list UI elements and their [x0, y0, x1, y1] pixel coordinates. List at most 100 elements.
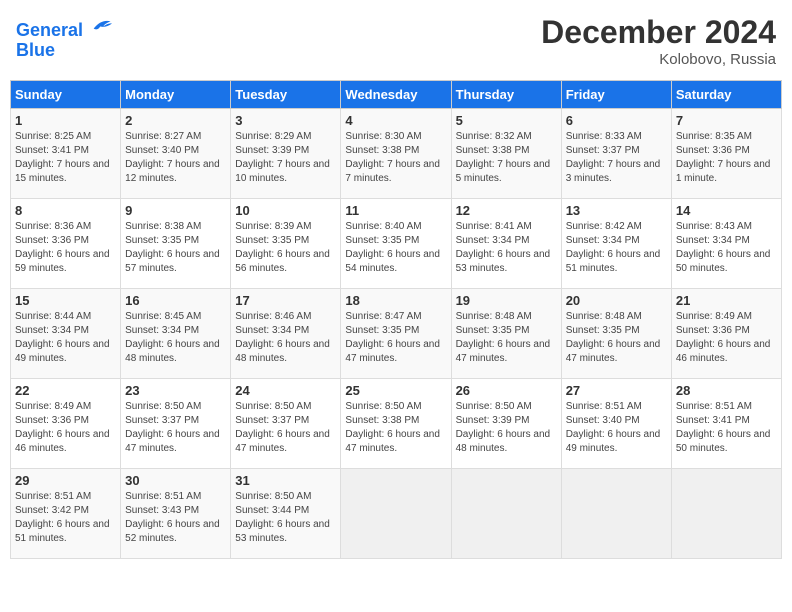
- sunrise-text: Sunrise: 8:30 AM: [345, 131, 421, 142]
- calendar-week-row: 8 Sunrise: 8:36 AM Sunset: 3:36 PM Dayli…: [11, 199, 782, 289]
- day-info: Sunrise: 8:50 AM Sunset: 3:37 PM Dayligh…: [235, 400, 336, 456]
- sunrise-text: Sunrise: 8:44 AM: [15, 311, 91, 322]
- calendar-cell: 3 Sunrise: 8:29 AM Sunset: 3:39 PM Dayli…: [231, 109, 341, 199]
- day-number: 24: [235, 383, 336, 398]
- day-info: Sunrise: 8:47 AM Sunset: 3:35 PM Dayligh…: [345, 310, 446, 366]
- day-info: Sunrise: 8:46 AM Sunset: 3:34 PM Dayligh…: [235, 310, 336, 366]
- calendar-cell: 10 Sunrise: 8:39 AM Sunset: 3:35 PM Dayl…: [231, 199, 341, 289]
- sunrise-text: Sunrise: 8:36 AM: [15, 221, 91, 232]
- calendar-cell: 8 Sunrise: 8:36 AM Sunset: 3:36 PM Dayli…: [11, 199, 121, 289]
- calendar-subtitle: Kolobovo, Russia: [541, 51, 776, 68]
- sunrise-text: Sunrise: 8:35 AM: [676, 131, 752, 142]
- day-info: Sunrise: 8:43 AM Sunset: 3:34 PM Dayligh…: [676, 220, 777, 276]
- day-info: Sunrise: 8:35 AM Sunset: 3:36 PM Dayligh…: [676, 130, 777, 186]
- calendar-table: SundayMondayTuesdayWednesdayThursdayFrid…: [10, 80, 782, 559]
- day-number: 17: [235, 293, 336, 308]
- day-info: Sunrise: 8:38 AM Sunset: 3:35 PM Dayligh…: [125, 220, 226, 276]
- calendar-cell: 31 Sunrise: 8:50 AM Sunset: 3:44 PM Dayl…: [231, 469, 341, 559]
- daylight-text: Daylight: 7 hours and 1 minute.: [676, 159, 771, 184]
- day-info: Sunrise: 8:51 AM Sunset: 3:42 PM Dayligh…: [15, 490, 116, 546]
- sunrise-text: Sunrise: 8:47 AM: [345, 311, 421, 322]
- day-info: Sunrise: 8:39 AM Sunset: 3:35 PM Dayligh…: [235, 220, 336, 276]
- sunset-text: Sunset: 3:43 PM: [125, 505, 199, 516]
- calendar-cell: 26 Sunrise: 8:50 AM Sunset: 3:39 PM Dayl…: [451, 379, 561, 469]
- day-number: 3: [235, 113, 336, 128]
- calendar-cell: 20 Sunrise: 8:48 AM Sunset: 3:35 PM Dayl…: [561, 289, 671, 379]
- day-number: 1: [15, 113, 116, 128]
- day-info: Sunrise: 8:27 AM Sunset: 3:40 PM Dayligh…: [125, 130, 226, 186]
- calendar-cell: 1 Sunrise: 8:25 AM Sunset: 3:41 PM Dayli…: [11, 109, 121, 199]
- day-info: Sunrise: 8:48 AM Sunset: 3:35 PM Dayligh…: [456, 310, 557, 366]
- day-number: 12: [456, 203, 557, 218]
- day-number: 9: [125, 203, 226, 218]
- day-info: Sunrise: 8:25 AM Sunset: 3:41 PM Dayligh…: [15, 130, 116, 186]
- sunrise-text: Sunrise: 8:41 AM: [456, 221, 532, 232]
- day-number: 7: [676, 113, 777, 128]
- calendar-cell: 21 Sunrise: 8:49 AM Sunset: 3:36 PM Dayl…: [671, 289, 781, 379]
- logo-blue: Blue: [16, 40, 55, 60]
- day-number: 28: [676, 383, 777, 398]
- sunset-text: Sunset: 3:39 PM: [456, 415, 530, 426]
- calendar-cell: 18 Sunrise: 8:47 AM Sunset: 3:35 PM Dayl…: [341, 289, 451, 379]
- day-number: 4: [345, 113, 446, 128]
- sunrise-text: Sunrise: 8:39 AM: [235, 221, 311, 232]
- day-number: 16: [125, 293, 226, 308]
- sunset-text: Sunset: 3:40 PM: [125, 145, 199, 156]
- sunset-text: Sunset: 3:38 PM: [345, 145, 419, 156]
- daylight-text: Daylight: 6 hours and 46 minutes.: [15, 429, 110, 454]
- sunrise-text: Sunrise: 8:51 AM: [566, 401, 642, 412]
- sunset-text: Sunset: 3:42 PM: [15, 505, 89, 516]
- calendar-cell: 19 Sunrise: 8:48 AM Sunset: 3:35 PM Dayl…: [451, 289, 561, 379]
- calendar-cell: 2 Sunrise: 8:27 AM Sunset: 3:40 PM Dayli…: [121, 109, 231, 199]
- daylight-text: Daylight: 6 hours and 47 minutes.: [345, 429, 440, 454]
- calendar-cell: 14 Sunrise: 8:43 AM Sunset: 3:34 PM Dayl…: [671, 199, 781, 289]
- sunrise-text: Sunrise: 8:43 AM: [676, 221, 752, 232]
- daylight-text: Daylight: 7 hours and 15 minutes.: [15, 159, 110, 184]
- sunset-text: Sunset: 3:40 PM: [566, 415, 640, 426]
- sunrise-text: Sunrise: 8:42 AM: [566, 221, 642, 232]
- calendar-cell: 9 Sunrise: 8:38 AM Sunset: 3:35 PM Dayli…: [121, 199, 231, 289]
- daylight-text: Daylight: 6 hours and 47 minutes.: [345, 339, 440, 364]
- sunset-text: Sunset: 3:35 PM: [125, 235, 199, 246]
- sunset-text: Sunset: 3:35 PM: [456, 325, 530, 336]
- sunset-text: Sunset: 3:36 PM: [15, 415, 89, 426]
- calendar-cell: 15 Sunrise: 8:44 AM Sunset: 3:34 PM Dayl…: [11, 289, 121, 379]
- day-info: Sunrise: 8:49 AM Sunset: 3:36 PM Dayligh…: [676, 310, 777, 366]
- daylight-text: Daylight: 6 hours and 51 minutes.: [15, 519, 110, 544]
- daylight-text: Daylight: 6 hours and 56 minutes.: [235, 249, 330, 274]
- sunrise-text: Sunrise: 8:50 AM: [345, 401, 421, 412]
- sunset-text: Sunset: 3:37 PM: [566, 145, 640, 156]
- day-number: 2: [125, 113, 226, 128]
- calendar-cell: [451, 469, 561, 559]
- daylight-text: Daylight: 6 hours and 50 minutes.: [676, 429, 771, 454]
- daylight-text: Daylight: 6 hours and 47 minutes.: [125, 429, 220, 454]
- calendar-cell: [561, 469, 671, 559]
- daylight-text: Daylight: 7 hours and 3 minutes.: [566, 159, 661, 184]
- day-number: 10: [235, 203, 336, 218]
- calendar-cell: 22 Sunrise: 8:49 AM Sunset: 3:36 PM Dayl…: [11, 379, 121, 469]
- sunrise-text: Sunrise: 8:29 AM: [235, 131, 311, 142]
- day-number: 21: [676, 293, 777, 308]
- sunset-text: Sunset: 3:34 PM: [125, 325, 199, 336]
- daylight-text: Daylight: 6 hours and 47 minutes.: [566, 339, 661, 364]
- sunrise-text: Sunrise: 8:33 AM: [566, 131, 642, 142]
- day-number: 25: [345, 383, 446, 398]
- calendar-title: December 2024: [541, 14, 776, 51]
- day-number: 23: [125, 383, 226, 398]
- day-number: 22: [15, 383, 116, 398]
- calendar-cell: [671, 469, 781, 559]
- calendar-cell: 13 Sunrise: 8:42 AM Sunset: 3:34 PM Dayl…: [561, 199, 671, 289]
- sunrise-text: Sunrise: 8:51 AM: [676, 401, 752, 412]
- daylight-text: Daylight: 6 hours and 48 minutes.: [456, 429, 551, 454]
- daylight-text: Daylight: 6 hours and 46 minutes.: [676, 339, 771, 364]
- calendar-cell: 7 Sunrise: 8:35 AM Sunset: 3:36 PM Dayli…: [671, 109, 781, 199]
- day-info: Sunrise: 8:29 AM Sunset: 3:39 PM Dayligh…: [235, 130, 336, 186]
- day-info: Sunrise: 8:44 AM Sunset: 3:34 PM Dayligh…: [15, 310, 116, 366]
- day-number: 5: [456, 113, 557, 128]
- day-number: 26: [456, 383, 557, 398]
- logo-bird-icon: [90, 14, 112, 36]
- day-info: Sunrise: 8:51 AM Sunset: 3:41 PM Dayligh…: [676, 400, 777, 456]
- day-number: 11: [345, 203, 446, 218]
- weekday-header-monday: Monday: [121, 81, 231, 109]
- day-number: 27: [566, 383, 667, 398]
